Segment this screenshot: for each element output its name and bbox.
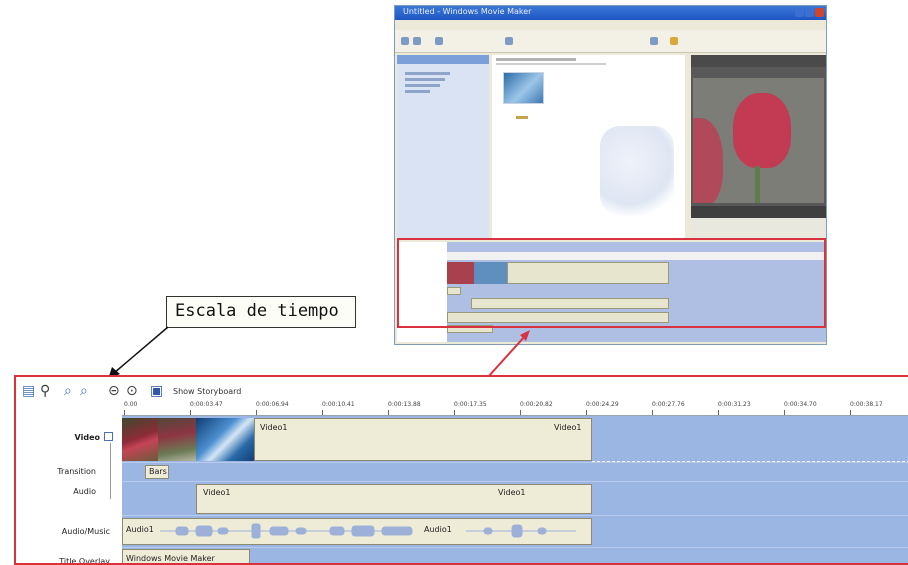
back-icon[interactable] (401, 37, 409, 45)
ruler-tick-label: 0:00:38.17 (850, 401, 883, 408)
track-label-transition: Transition (57, 467, 96, 476)
window-title: Untitled - Windows Movie Maker (403, 7, 532, 16)
tasks-pane (397, 55, 489, 240)
window-toolbar (395, 30, 826, 53)
track-label-title-overlay: Title Overlay (59, 557, 110, 565)
preview-toolbar (691, 218, 826, 240)
tulip-left-image (693, 118, 723, 203)
video-clip-label-start: Video1 (260, 423, 288, 432)
title-overlay-clip-label: Windows Movie Maker (126, 554, 215, 563)
ruler-tick (190, 410, 191, 415)
preview-monitor-header (691, 55, 826, 67)
set-audio-levels-icon[interactable]: ⚲ (40, 384, 50, 398)
ruler-tick-label: 0:00:31.23 (718, 401, 751, 408)
track-label-audio: Audio (73, 487, 96, 496)
view-icon[interactable] (650, 37, 658, 45)
zoom-in-icon[interactable]: ⌕ (64, 384, 72, 398)
ruler-tick (454, 410, 455, 415)
audio-clip[interactable] (196, 484, 592, 514)
tasks-icon[interactable] (435, 37, 443, 45)
audio-music-clip-label-start: Audio1 (126, 525, 154, 534)
preview-screen (693, 78, 824, 203)
ruler-tick-label: 0:00:17.35 (454, 401, 487, 408)
window-menubar (395, 20, 826, 30)
video-thumbnail-flowers (158, 418, 196, 461)
show-storyboard-button[interactable]: Show Storyboard (173, 387, 241, 396)
tulip-main-image (733, 93, 791, 168)
timeline-scale-callout: Escala de tiempo (166, 296, 356, 328)
video-track-end-line (592, 461, 908, 462)
timeline-highlight-box (397, 238, 826, 328)
ruler-tick-label: 0:00:20.82 (520, 401, 553, 408)
track-divider (122, 481, 908, 482)
video-thumbnail-tulips (122, 418, 158, 461)
ruler-tick-label: 0:00:34.70 (784, 401, 817, 408)
clip-thumbnail[interactable] (503, 72, 544, 104)
collections-icon[interactable] (505, 37, 513, 45)
ruler-tick (388, 410, 389, 415)
task-item[interactable] (405, 72, 450, 75)
track-divider (122, 462, 908, 463)
rewind-icon[interactable]: ⊝ (108, 384, 120, 398)
forward-icon[interactable] (413, 37, 421, 45)
audio-waveform (160, 523, 576, 539)
ruler-tick (586, 410, 587, 415)
ruler-tick-label: 0:00:27.76 (652, 401, 685, 408)
ruler-tick-label: 0:00:06.94 (256, 401, 289, 408)
audio-clip-label-end: Video1 (498, 488, 526, 497)
zoom-arrow (487, 330, 530, 378)
maximize-icon[interactable] (805, 8, 814, 17)
track-divider (122, 547, 908, 548)
folder-icon[interactable] (670, 37, 678, 45)
ruler-tick-label: 0:00:03.47 (190, 401, 223, 408)
tasks-pane-header (397, 55, 489, 64)
minimize-icon[interactable] (795, 8, 804, 17)
video-clip[interactable] (254, 418, 592, 461)
collection-header (496, 58, 576, 61)
ruler-tick (718, 410, 719, 415)
expand-video-icon[interactable] (104, 432, 113, 441)
ruler-tick (520, 410, 521, 415)
task-item[interactable] (405, 90, 430, 93)
ruler-tick-label: 0:00:10.41 (322, 401, 355, 408)
ruler-tick-label: 0:00:13.88 (388, 401, 421, 408)
zoom-out-icon[interactable]: ⌕ (80, 384, 88, 398)
show-storyboard-icon[interactable]: ▣ (150, 384, 163, 398)
track-label-video: Video (74, 433, 100, 442)
track-divider (122, 515, 908, 516)
close-icon[interactable] (815, 8, 824, 17)
clip-thumbnail-label (516, 116, 528, 119)
movie-maker-watermark-icon (600, 126, 674, 216)
audio-clip-label-start: Video1 (203, 488, 231, 497)
collection-subheader (496, 63, 606, 65)
ruler-tick (784, 410, 785, 415)
video-thumbnail-water (196, 418, 254, 461)
transition-clip-label: Bars (149, 467, 167, 476)
ruler-tick (850, 410, 851, 415)
track-label-audio-music: Audio/Music (61, 527, 110, 536)
play-timeline-icon[interactable]: ⊙ (126, 384, 138, 398)
ruler-tick (322, 410, 323, 415)
callout-label: Escala de tiempo (175, 301, 339, 321)
ruler-tick (652, 410, 653, 415)
timeline-panel: ▤ ⚲ ⌕ ⌕ ⊝ ⊙ ▣ Show Storyboard Video Tran… (14, 375, 908, 565)
tulip-stem-image (755, 166, 760, 203)
ruler-tick (256, 410, 257, 415)
track-group-line (110, 443, 111, 499)
storyboard-icon[interactable]: ▤ (22, 384, 35, 398)
task-item[interactable] (405, 84, 440, 87)
task-item[interactable] (405, 78, 445, 81)
window-statusbar (395, 342, 826, 344)
preview-controls[interactable] (691, 206, 826, 218)
ruler-tick-label: 0:00:24.29 (586, 401, 619, 408)
ruler-tick-label: 0.00 (124, 401, 138, 408)
video-clip-label-end: Video1 (554, 423, 582, 432)
ruler-tick (124, 410, 125, 415)
